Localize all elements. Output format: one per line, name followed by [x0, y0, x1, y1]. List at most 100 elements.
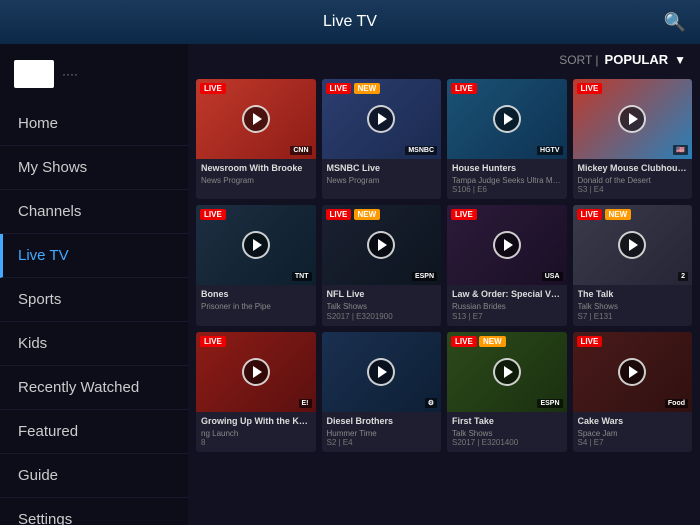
sidebar-item-kids[interactable]: Kids: [0, 322, 188, 366]
card-grid: LIVECNNNewsroom With BrookeNews ProgramL…: [196, 79, 692, 452]
card-subtitle: Prisoner in the Pipe: [201, 302, 311, 312]
badge-live: LIVE: [200, 209, 226, 220]
card-subtitle: Donald of the Desert: [578, 176, 688, 186]
play-button[interactable]: [618, 105, 646, 133]
card-title: Mickey Mouse Clubhouse: [578, 163, 688, 174]
sort-value[interactable]: POPULAR: [605, 52, 669, 67]
badge-live: LIVE: [451, 209, 477, 220]
card-episode: S13 | E7: [452, 312, 562, 321]
play-button[interactable]: [367, 231, 395, 259]
search-icon[interactable]: 🔍: [664, 12, 686, 33]
play-button[interactable]: [242, 105, 270, 133]
play-button[interactable]: [367, 105, 395, 133]
card-title: First Take: [452, 416, 562, 427]
channel-logo: TNT: [292, 272, 312, 281]
card-0[interactable]: LIVE CNN Newsroom With Brooke News Program: [196, 79, 316, 199]
card-5[interactable]: LIVENEWESPNNFL LiveTalk ShowsS2017 | E32…: [322, 205, 442, 325]
badge-live: LIVE: [326, 83, 352, 94]
card-11[interactable]: LIVE Food Cake Wars Space JamS4 | E7: [573, 332, 693, 452]
play-button[interactable]: [242, 231, 270, 259]
card-episode: S2017 | E3201900: [327, 312, 437, 321]
badge-live: LIVE: [451, 83, 477, 94]
card-title: Newsroom With Brooke: [201, 163, 311, 174]
card-8[interactable]: LIVEE!Growing Up With the Kardashiansng …: [196, 332, 316, 452]
badge-new: NEW: [479, 336, 506, 347]
card-episode: S106 | E6: [452, 185, 562, 194]
play-button[interactable]: [493, 358, 521, 386]
card-subtitle: Talk Shows: [327, 302, 437, 312]
card-4[interactable]: LIVE TNT Bones Prisoner in the Pipe: [196, 205, 316, 325]
card-10[interactable]: LIVENEWESPNFirst TakeTalk ShowsS2017 | E…: [447, 332, 567, 452]
card-episode: S3 | E4: [578, 185, 688, 194]
channel-logo: USA: [542, 272, 563, 281]
sidebar-item-settings[interactable]: Settings: [0, 498, 188, 525]
channel-logo: E!: [299, 399, 312, 408]
card-6[interactable]: LIVE USA Law & Order: Special Victims Unit…: [447, 205, 567, 325]
header: Live TV 🔍: [0, 0, 700, 44]
sidebar-item-sports[interactable]: Sports: [0, 278, 188, 322]
card-subtitle: Tampa Judge Seeks Ultra Modern...: [452, 176, 562, 186]
sidebar-logo: ····: [0, 52, 188, 102]
badge-new: NEW: [605, 209, 632, 220]
channel-logo: MSNBC: [405, 146, 437, 155]
channel-logo: ⚙: [425, 398, 437, 408]
play-button[interactable]: [493, 231, 521, 259]
sidebar-item-recently-watched[interactable]: Recently Watched: [0, 366, 188, 410]
card-title: House Hunters: [452, 163, 562, 174]
card-subtitle: News Program: [327, 176, 437, 186]
card-2[interactable]: LIVE HGTV House Hunters Tampa Judge Seeks U…: [447, 79, 567, 199]
card-subtitle: ng Launch: [201, 429, 311, 439]
badge-new: NEW: [354, 209, 381, 220]
card-episode: S4 | E7: [578, 438, 688, 447]
card-title: Law & Order: Special Victims Unit: [452, 289, 562, 300]
play-button[interactable]: [242, 358, 270, 386]
card-episode: S2017 | E3201400: [452, 438, 562, 447]
header-title: Live TV: [323, 13, 377, 31]
sidebar-item-channels[interactable]: Channels: [0, 190, 188, 234]
card-subtitle: Hummer Time: [327, 429, 437, 439]
sidebar-item-live-tv[interactable]: Live TV: [0, 234, 188, 278]
card-1[interactable]: LIVENEWMSNBCMSNBC LiveNews Program: [322, 79, 442, 199]
channel-logo: Food: [665, 399, 688, 408]
grid-scroll[interactable]: LIVECNNNewsroom With BrookeNews ProgramL…: [188, 75, 700, 525]
badge-live: LIVE: [326, 209, 352, 220]
badge-live: LIVE: [577, 336, 603, 347]
play-button[interactable]: [367, 358, 395, 386]
badge-live: LIVE: [577, 83, 603, 94]
channel-logo: 🇺🇸: [673, 145, 688, 155]
channel-logo: ESPN: [412, 272, 437, 281]
channel-logo: HGTV: [537, 146, 562, 155]
sidebar-item-featured[interactable]: Featured: [0, 410, 188, 454]
card-title: Bones: [201, 289, 311, 300]
card-title: MSNBC Live: [327, 163, 437, 174]
card-7[interactable]: LIVENEW2The TalkTalk ShowsS7 | E131: [573, 205, 693, 325]
sidebar-item-guide[interactable]: Guide: [0, 454, 188, 498]
card-subtitle: Talk Shows: [452, 429, 562, 439]
card-episode: 8: [201, 438, 311, 447]
sidebar: ···· HomeMy ShowsChannelsLive TVSportsKi…: [0, 44, 188, 525]
card-subtitle: Space Jam: [578, 429, 688, 439]
card-title: The Talk: [578, 289, 688, 300]
main-layout: ···· HomeMy ShowsChannelsLive TVSportsKi…: [0, 44, 700, 525]
badge-live: LIVE: [200, 83, 226, 94]
logo-text: ····: [62, 67, 78, 81]
channel-logo: 2: [678, 272, 688, 281]
channel-logo: CNN: [290, 146, 311, 155]
sort-chevron-icon[interactable]: ▼: [674, 53, 686, 67]
play-button[interactable]: [493, 105, 521, 133]
card-episode: S7 | E131: [578, 312, 688, 321]
channel-logo: ESPN: [537, 399, 562, 408]
card-title: Diesel Brothers: [327, 416, 437, 427]
badge-live: LIVE: [200, 336, 226, 347]
play-button[interactable]: [618, 231, 646, 259]
play-button[interactable]: [618, 358, 646, 386]
card-subtitle: News Program: [201, 176, 311, 186]
sidebar-item-home[interactable]: Home: [0, 102, 188, 146]
card-9[interactable]: ⚙ Diesel Brothers Hummer TimeS2 | E4: [322, 332, 442, 452]
sidebar-item-my-shows[interactable]: My Shows: [0, 146, 188, 190]
sort-label: SORT |: [559, 53, 598, 67]
card-title: Cake Wars: [578, 416, 688, 427]
sort-bar: SORT | POPULAR ▼: [188, 44, 700, 75]
card-3[interactable]: LIVE 🇺🇸 Mickey Mouse Clubhouse Donald of th…: [573, 79, 693, 199]
card-episode: S2 | E4: [327, 438, 437, 447]
